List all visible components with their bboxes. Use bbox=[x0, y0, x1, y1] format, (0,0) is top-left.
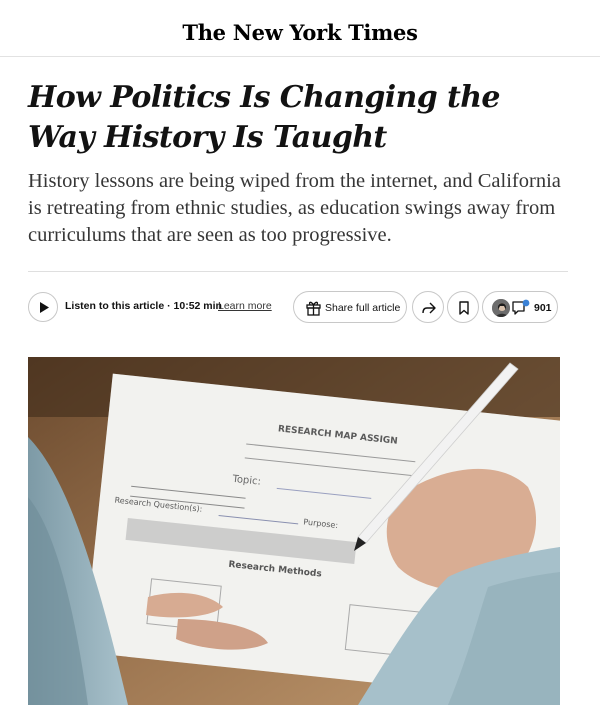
save-bookmark-button[interactable] bbox=[447, 291, 479, 323]
share-arrow-icon bbox=[422, 302, 436, 314]
listen-label: Listen to this article · 10:52 min bbox=[65, 300, 222, 312]
play-icon bbox=[40, 302, 49, 313]
share-full-article-button[interactable]: Share full article bbox=[293, 291, 407, 323]
article-summary: History lessons are being wiped from the… bbox=[28, 170, 561, 246]
article-hero-image[interactable]: RESEARCH MAP ASSIGN Topic: Purpose: Rese… bbox=[28, 357, 560, 705]
comment-count: 901 bbox=[534, 302, 552, 314]
share-full-article-label: Share full article bbox=[325, 302, 401, 314]
article-action-bar: Listen to this article · 10:52 min Learn… bbox=[28, 290, 568, 324]
nyt-logo[interactable]: The New York Times bbox=[182, 20, 418, 45]
share-button[interactable] bbox=[412, 291, 444, 323]
comment-bubble-icon bbox=[512, 299, 530, 315]
bookmark-icon bbox=[459, 301, 469, 315]
article-headline: How Politics Is Changing the Way History… bbox=[28, 80, 501, 155]
gift-icon bbox=[306, 301, 321, 316]
play-audio-button[interactable] bbox=[28, 292, 58, 322]
avatar bbox=[491, 298, 511, 318]
learn-more-link[interactable]: Learn more bbox=[218, 300, 272, 312]
comments-button[interactable]: 901 bbox=[482, 291, 558, 323]
divider bbox=[28, 271, 568, 272]
masthead: The New York Times bbox=[0, 0, 600, 57]
